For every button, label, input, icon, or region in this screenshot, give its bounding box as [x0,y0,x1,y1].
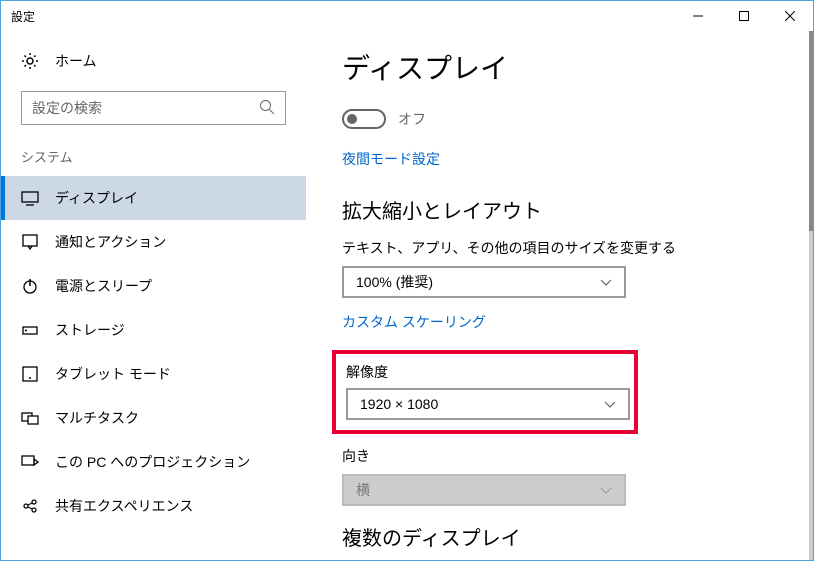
display-icon [21,189,39,207]
gear-icon [21,52,39,70]
sidebar-item-notifications[interactable]: 通知とアクション [1,220,306,264]
search-icon [259,99,275,118]
sidebar-item-label: この PC へのプロジェクション [55,452,250,472]
content: ホーム システム ディスプレイ 通知とアクション 電源とスリープ ストレージ [1,31,813,560]
resolution-value: 1920 × 1080 [360,396,438,412]
text-size-label: テキスト、アプリ、その他の項目のサイズを変更する [342,238,789,258]
category-label: システム [1,147,306,176]
power-icon [21,277,39,295]
sidebar-item-label: 電源とスリープ [55,276,152,296]
sidebar-item-label: ストレージ [55,320,125,340]
chevron-down-icon [600,276,612,288]
maximize-button[interactable] [721,1,767,31]
sidebar-item-display[interactable]: ディスプレイ [1,176,306,220]
storage-icon [21,321,39,339]
custom-scaling-link[interactable]: カスタム スケーリング [342,312,789,332]
scrollbar-thumb[interactable] [809,31,813,231]
home-button[interactable]: ホーム [1,51,306,91]
sidebar-item-share[interactable]: 共有エクスペリエンス [1,484,306,516]
night-mode-state: オフ [398,109,426,129]
main-panel: ディスプレイ オフ 夜間モード設定 拡大縮小とレイアウト テキスト、アプリ、その… [306,31,813,560]
resolution-combo[interactable]: 1920 × 1080 [346,388,630,420]
sidebar-item-projection[interactable]: この PC へのプロジェクション [1,440,306,484]
text-size-combo[interactable]: 100% (推奨) [342,266,626,298]
scrollbar[interactable] [809,31,813,560]
sidebar-item-power[interactable]: 電源とスリープ [1,264,306,308]
search-input[interactable] [32,100,259,116]
chevron-down-icon [600,484,612,496]
orientation-label: 向き [342,446,789,466]
night-mode-toggle[interactable] [342,109,386,129]
resolution-highlight: 解像度 1920 × 1080 [332,350,638,434]
sidebar-item-multitask[interactable]: マルチタスク [1,396,306,440]
sidebar-item-label: 通知とアクション [55,232,166,252]
night-mode-toggle-row: オフ [342,109,789,129]
close-button[interactable] [767,1,813,31]
window-title: 設定 [11,8,35,25]
minimize-button[interactable] [675,1,721,31]
sidebar-item-storage[interactable]: ストレージ [1,308,306,352]
night-mode-settings-link[interactable]: 夜間モード設定 [342,149,789,169]
sidebar: ホーム システム ディスプレイ 通知とアクション 電源とスリープ ストレージ [1,31,306,560]
multitask-icon [21,409,39,427]
share-icon [21,497,39,515]
window-controls [675,1,813,31]
chevron-down-icon [604,398,616,410]
text-size-value: 100% (推奨) [356,272,433,292]
sidebar-item-label: 共有エクスペリエンス [55,496,193,516]
home-label: ホーム [55,51,97,71]
sidebar-item-label: ディスプレイ [55,188,138,208]
page-title: ディスプレイ [342,47,789,87]
sidebar-item-label: マルチタスク [55,408,139,428]
search-box[interactable] [21,91,286,125]
sidebar-item-tablet[interactable]: タブレット モード [1,352,306,396]
tablet-icon [21,365,39,383]
orientation-value: 横 [356,480,370,500]
orientation-combo: 横 [342,474,626,506]
titlebar: 設定 [1,1,813,31]
scaling-section-title: 拡大縮小とレイアウト [342,195,789,224]
projection-icon [21,453,39,471]
multi-display-section-title: 複数のディスプレイ [342,522,789,551]
notification-icon [21,233,39,251]
resolution-label: 解像度 [346,362,624,382]
sidebar-item-label: タブレット モード [55,364,171,384]
